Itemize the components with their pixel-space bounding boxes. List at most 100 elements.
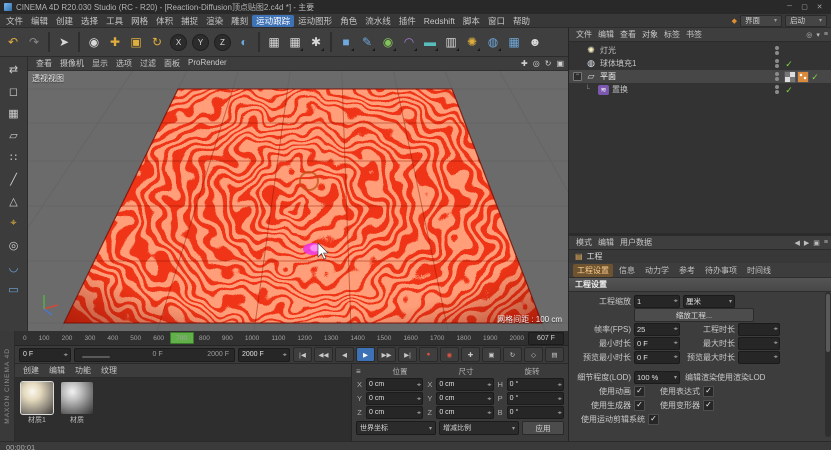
object-row-light[interactable]: ✺ 灯光	[569, 44, 831, 57]
workplane-lock-button[interactable]: ▭	[4, 280, 24, 299]
menu-item[interactable]: 窗口	[484, 15, 509, 27]
scale-project-button[interactable]: 缩放工程...	[634, 308, 754, 322]
use-deformers-checkbox[interactable]: ✓	[703, 399, 714, 411]
attribute-tab[interactable]: 动力学	[641, 264, 673, 277]
render-picture-viewer-button[interactable]: ▦	[285, 30, 305, 54]
attribute-menu-item[interactable]: 用户数据	[617, 237, 655, 248]
prev-key-button[interactable]: ◀◀	[314, 347, 333, 362]
material-item[interactable]: 材质	[59, 382, 95, 425]
vertex-map-tag[interactable]	[797, 70, 809, 83]
lock-icon[interactable]: ▣	[813, 239, 820, 247]
viewport-menu-item[interactable]: 摄像机	[56, 58, 88, 69]
object-manager-menu-item[interactable]: 查看	[617, 29, 639, 40]
key-parameter-button[interactable]: ◇	[524, 347, 543, 362]
coord-mode-select[interactable]: 世界坐标 ▾	[356, 421, 436, 435]
add-character-button[interactable]: ☻	[525, 30, 545, 54]
minimize-button[interactable]: ─	[782, 3, 797, 11]
use-animation-checkbox[interactable]: ✓	[634, 385, 645, 397]
size-x-field[interactable]: 0 cm ◂▸	[436, 378, 494, 391]
range-slider-handle[interactable]	[82, 355, 110, 358]
rotate-tool-button[interactable]: ↻	[147, 30, 167, 54]
selection-tool-button[interactable]: ➤	[54, 30, 74, 54]
axis-x-button[interactable]: X	[170, 33, 187, 51]
add-subdivision-surface-button[interactable]: ◉	[378, 30, 398, 54]
snap-button[interactable]: ◡	[4, 258, 24, 277]
object-manager-menu-item[interactable]: 文件	[573, 29, 595, 40]
enable-axis-button[interactable]: ⌖	[4, 214, 24, 233]
fps-input[interactable]: 25 ◂▸	[634, 322, 680, 336]
render-settings-button[interactable]: ✱	[306, 30, 326, 54]
attribute-menu-item[interactable]: 编辑	[595, 237, 617, 248]
key-scale-button[interactable]: ▣	[482, 347, 501, 362]
model-mode-button[interactable]: ◻	[4, 82, 24, 101]
panel-menu-icon[interactable]: ≡	[824, 239, 828, 246]
enabled-check-tag[interactable]: ✓	[784, 85, 794, 95]
viewport-menu-item[interactable]: 查看	[32, 58, 56, 69]
timeline-ruler[interactable]: 0 100 200 300 400 500 600 700 800 900 1000 1100 1200…	[15, 331, 568, 346]
add-cube-button[interactable]: ■	[336, 30, 356, 54]
startup-select[interactable]: 启动 ▾	[784, 14, 827, 27]
redo-button[interactable]: ↷	[24, 30, 44, 54]
viewport-menu-item[interactable]: 显示	[88, 58, 112, 69]
autokey-button[interactable]: ◉	[440, 347, 459, 362]
toggle-view-icon[interactable]: ▣	[556, 59, 564, 68]
position-x-field[interactable]: 0 cm ◂▸	[366, 378, 424, 391]
enabled-check-tag[interactable]: ✓	[784, 59, 794, 69]
use-generators-checkbox[interactable]: ✓	[634, 399, 645, 411]
object-manager-menu-item[interactable]: 对象	[639, 29, 661, 40]
key-pla-button[interactable]: ▤	[545, 347, 564, 362]
zoom-view-icon[interactable]: ◎	[533, 59, 540, 68]
material-item[interactable]: 材质1	[19, 381, 55, 425]
position-y-field[interactable]: 0 cm ◂▸	[366, 392, 424, 405]
scrollbar[interactable]	[825, 292, 831, 437]
menu-item[interactable]: 运动图形	[294, 15, 336, 27]
duration-input[interactable]: ◂▸	[738, 322, 780, 336]
workplane-mode-button[interactable]: ▱	[4, 126, 24, 145]
add-bend-deformer-button[interactable]: ◠	[399, 30, 419, 54]
axis-z-button[interactable]: Z	[214, 33, 231, 51]
visibility-dots[interactable]	[775, 59, 779, 68]
timeline-range-slider[interactable]: 0 F 2000 F	[74, 347, 235, 362]
attribute-tab[interactable]: 工程设置	[573, 263, 613, 277]
add-light-button[interactable]: ✺	[462, 30, 482, 54]
menu-item[interactable]: 创建	[52, 15, 77, 27]
min-time-input[interactable]: 0 F ◂▸	[634, 336, 680, 350]
menu-icon[interactable]: ≡	[356, 367, 366, 376]
move-tool-button[interactable]: ✚	[105, 30, 125, 54]
toolbar-separator[interactable]	[78, 32, 80, 52]
viewport-menu-item[interactable]: 过滤	[136, 58, 160, 69]
add-array-button[interactable]: ▦	[504, 30, 524, 54]
size-y-field[interactable]: 0 cm ◂▸	[436, 392, 494, 405]
menu-item[interactable]: 体积	[152, 15, 177, 27]
visibility-dots[interactable]	[775, 46, 779, 55]
material-thumbnail[interactable]	[20, 381, 54, 415]
range-start-field[interactable]: 0 F ◂▸	[19, 347, 71, 362]
material-menu-item[interactable]: 纹理	[97, 365, 121, 376]
object-manager-menu-item[interactable]: 标签	[661, 29, 683, 40]
viewport-menu-item[interactable]: 选项	[112, 58, 136, 69]
menu-item[interactable]: 雕刻	[227, 15, 252, 27]
texture-tag[interactable]	[784, 70, 796, 83]
toolbar-separator[interactable]	[48, 32, 50, 52]
section-header[interactable]: 工程设置	[569, 278, 831, 292]
preview-min-input[interactable]: 0 F ◂▸	[634, 350, 680, 364]
object-manager-menu-item[interactable]: 书签	[683, 29, 705, 40]
object-row-plane[interactable]: − ▱ 平面 ✓	[569, 70, 831, 83]
size-mode-select[interactable]: 增减比例 ▾	[439, 421, 519, 435]
expand-toggle[interactable]: −	[573, 72, 582, 81]
attribute-tab[interactable]: 参考	[675, 264, 699, 277]
rotate-view-icon[interactable]: ↻	[545, 59, 552, 68]
back-icon[interactable]: ◀	[795, 239, 800, 247]
material-menu-item[interactable]: 功能	[71, 365, 95, 376]
maximize-button[interactable]: ▢	[797, 3, 812, 11]
coord-system-button[interactable]: ◐	[234, 30, 254, 54]
scale-tool-button[interactable]: ▣	[126, 30, 146, 54]
material-menu-item[interactable]: 创建	[19, 365, 43, 376]
apply-button[interactable]: 应用	[522, 421, 564, 435]
play-button[interactable]: ▶	[356, 347, 375, 362]
viewport-solo-button[interactable]: ◎	[4, 236, 24, 255]
material-thumbnail[interactable]	[61, 382, 93, 414]
interface-select[interactable]: 界面 ▾	[739, 14, 782, 27]
close-button[interactable]: ✕	[812, 3, 827, 11]
toolbar-separator[interactable]	[258, 32, 260, 52]
